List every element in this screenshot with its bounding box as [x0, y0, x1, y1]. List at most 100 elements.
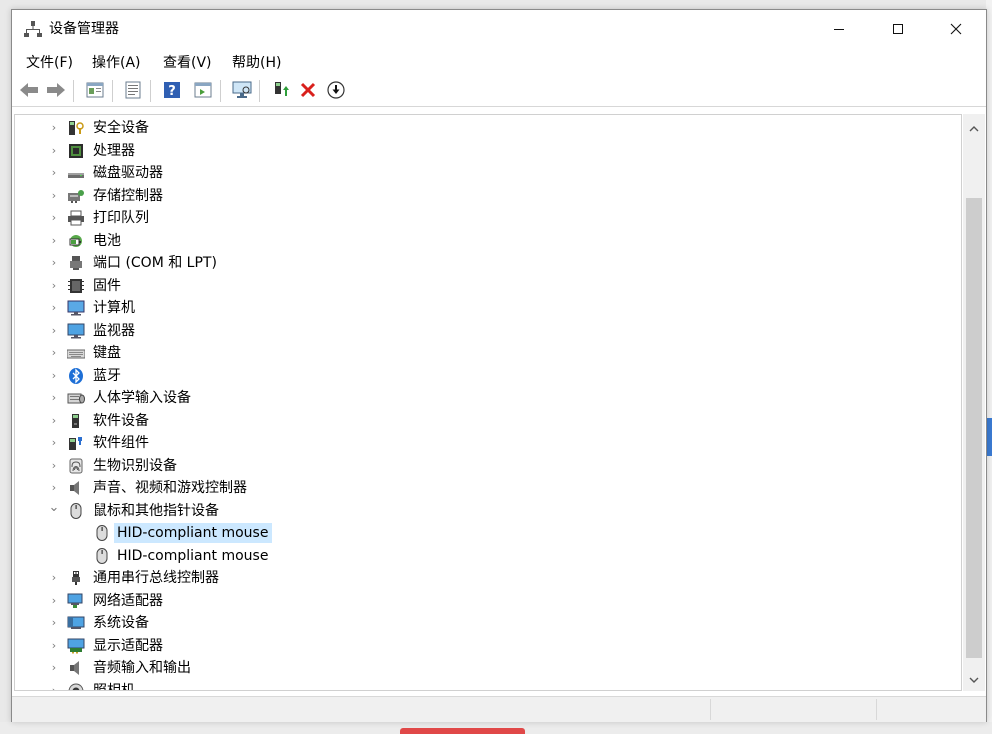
tree-device-row[interactable]: HID-compliant mouse: [15, 522, 955, 544]
tree-category-label: 人体学输入设备: [93, 390, 191, 406]
tree-category-row[interactable]: › 监视器: [15, 320, 955, 342]
mouse-icon: [96, 547, 108, 564]
chevron-right-icon[interactable]: ›: [48, 342, 60, 364]
chevron-right-icon[interactable]: ›: [48, 117, 60, 139]
tree-category-row[interactable]: › 安全设备: [15, 117, 955, 139]
processor-icon: [69, 143, 83, 158]
minimize-button[interactable]: [816, 10, 862, 48]
menu-help[interactable]: 帮助(H): [232, 54, 281, 72]
chevron-right-icon[interactable]: ›: [48, 252, 60, 274]
scan-hardware-button[interactable]: [231, 79, 253, 101]
tree-category-row[interactable]: › 电池: [15, 230, 955, 252]
chevron-right-icon[interactable]: ›: [48, 387, 60, 409]
tree-category-row[interactable]: › 显示适配器: [15, 635, 955, 657]
tree-category-row[interactable]: › 网络适配器: [15, 590, 955, 612]
chevron-right-icon[interactable]: ›: [48, 162, 60, 184]
show-hidden-button[interactable]: [192, 79, 214, 101]
chevron-right-icon[interactable]: ›: [48, 275, 60, 297]
scroll-thumb[interactable]: [966, 198, 982, 658]
tree-category-label: 蓝牙: [93, 367, 121, 384]
chevron-right-icon[interactable]: ›: [48, 320, 60, 342]
maximize-button[interactable]: [875, 10, 921, 48]
tree-category-row[interactable]: ⌄ 鼠标和其他指针设备: [15, 500, 955, 522]
vertical-scrollbar[interactable]: [963, 114, 985, 691]
tree-category-row[interactable]: › 通用串行总线控制器: [15, 567, 955, 589]
chevron-right-icon[interactable]: ›: [48, 140, 60, 162]
svg-text:?: ?: [168, 84, 176, 99]
back-button[interactable]: [18, 79, 40, 101]
tree-category-label: 存储控制器: [93, 187, 163, 204]
tree-category-row[interactable]: › 软件设备: [15, 410, 955, 432]
tree-category-label: 软件组件: [93, 435, 149, 451]
details-icon: [125, 81, 141, 99]
chevron-right-icon[interactable]: ›: [48, 657, 60, 679]
tree-category-label: 显示适配器: [93, 637, 163, 654]
enable-device-button[interactable]: [325, 79, 347, 101]
device-manager-app-icon: [24, 21, 42, 37]
tree-category-label: 照相机: [93, 682, 135, 691]
chevron-right-icon[interactable]: ›: [48, 365, 60, 387]
properties-icon: [86, 82, 104, 98]
tree-category-label: 处理器: [93, 142, 135, 159]
tree-category-row[interactable]: › 系统设备: [15, 612, 955, 634]
tree-category-row[interactable]: › 蓝牙: [15, 365, 955, 387]
chevron-right-icon[interactable]: ›: [48, 567, 60, 589]
chevron-down-icon[interactable]: ⌄: [48, 500, 60, 522]
chevron-right-icon[interactable]: ›: [48, 410, 60, 432]
chevron-right-icon[interactable]: ›: [48, 432, 60, 454]
storage-controller-icon: [68, 189, 84, 203]
tree-category-row[interactable]: › 磁盘驱动器: [15, 162, 955, 184]
tree-category-label: 生物识别设备: [93, 457, 177, 474]
tree-category-row[interactable]: › 声音、视频和游戏控制器: [15, 477, 955, 499]
tree-category-label: 监视器: [93, 322, 135, 339]
tree-category-row[interactable]: › 照相机: [15, 680, 955, 691]
forward-button[interactable]: [45, 79, 67, 101]
tree-category-row[interactable]: › 音频输入和输出: [15, 657, 955, 679]
menu-view[interactable]: 查看(V): [163, 54, 212, 72]
tree-device-row[interactable]: HID-compliant mouse: [15, 545, 955, 567]
chevron-right-icon[interactable]: ›: [48, 297, 60, 319]
forward-icon: [47, 83, 65, 97]
chevron-right-icon[interactable]: ›: [48, 185, 60, 207]
tree-category-row[interactable]: › 软件组件: [15, 432, 955, 454]
chevron-right-icon[interactable]: ›: [48, 455, 60, 477]
network-adapter-icon: [67, 593, 83, 608]
chevron-right-icon[interactable]: ›: [48, 207, 60, 229]
tree-category-row[interactable]: › 生物识别设备: [15, 455, 955, 477]
tree-category-label: 声音、视频和游戏控制器: [93, 480, 247, 496]
update-driver-button[interactable]: [270, 79, 292, 101]
uninstall-button[interactable]: [297, 79, 319, 101]
tree-category-row[interactable]: › 处理器: [15, 140, 955, 162]
tree-category-row[interactable]: › 存储控制器: [15, 185, 955, 207]
chevron-right-icon[interactable]: ›: [48, 635, 60, 657]
tree-category-row[interactable]: › 计算机: [15, 297, 955, 319]
usb-icon: [72, 571, 80, 585]
scroll-up-button[interactable]: [963, 118, 985, 140]
chevron-right-icon[interactable]: ›: [48, 590, 60, 612]
chevron-right-icon[interactable]: ›: [48, 680, 60, 691]
tree-category-label: 键盘: [93, 345, 121, 361]
chevron-right-icon[interactable]: ›: [48, 612, 60, 634]
tree-device-label: HID-compliant mouse: [117, 525, 269, 541]
tree-category-row[interactable]: › 固件: [15, 275, 955, 297]
scroll-down-button[interactable]: [963, 669, 985, 691]
properties-button[interactable]: [84, 79, 106, 101]
tree-category-label: 通用串行总线控制器: [93, 570, 219, 586]
chevron-right-icon[interactable]: ›: [48, 477, 60, 499]
tree-category-row[interactable]: › 端口 (COM 和 LPT): [15, 252, 955, 274]
tree-category-label: 打印队列: [93, 210, 149, 226]
close-button[interactable]: [933, 10, 979, 48]
title-bar[interactable]: 设备管理器: [12, 10, 986, 48]
tree-category-label: 鼠标和其他指针设备: [93, 502, 219, 519]
device-tree[interactable]: › 安全设备 › 处理器 › 磁盘驱动器 › 存储控制器 › 打印队列 › 电池 › 端口 (COM 和 …: [14, 114, 962, 691]
tree-category-row[interactable]: › 键盘: [15, 342, 955, 364]
help-button[interactable]: ?: [161, 79, 183, 101]
details-button[interactable]: [122, 79, 144, 101]
computer-icon: [67, 300, 85, 316]
menu-action[interactable]: 操作(A): [92, 54, 141, 72]
menu-file[interactable]: 文件(F): [26, 54, 73, 72]
tree-device-label: HID-compliant mouse: [117, 547, 269, 564]
chevron-right-icon[interactable]: ›: [48, 230, 60, 252]
tree-category-row[interactable]: › 人体学输入设备: [15, 387, 955, 409]
tree-category-row[interactable]: › 打印队列: [15, 207, 955, 229]
